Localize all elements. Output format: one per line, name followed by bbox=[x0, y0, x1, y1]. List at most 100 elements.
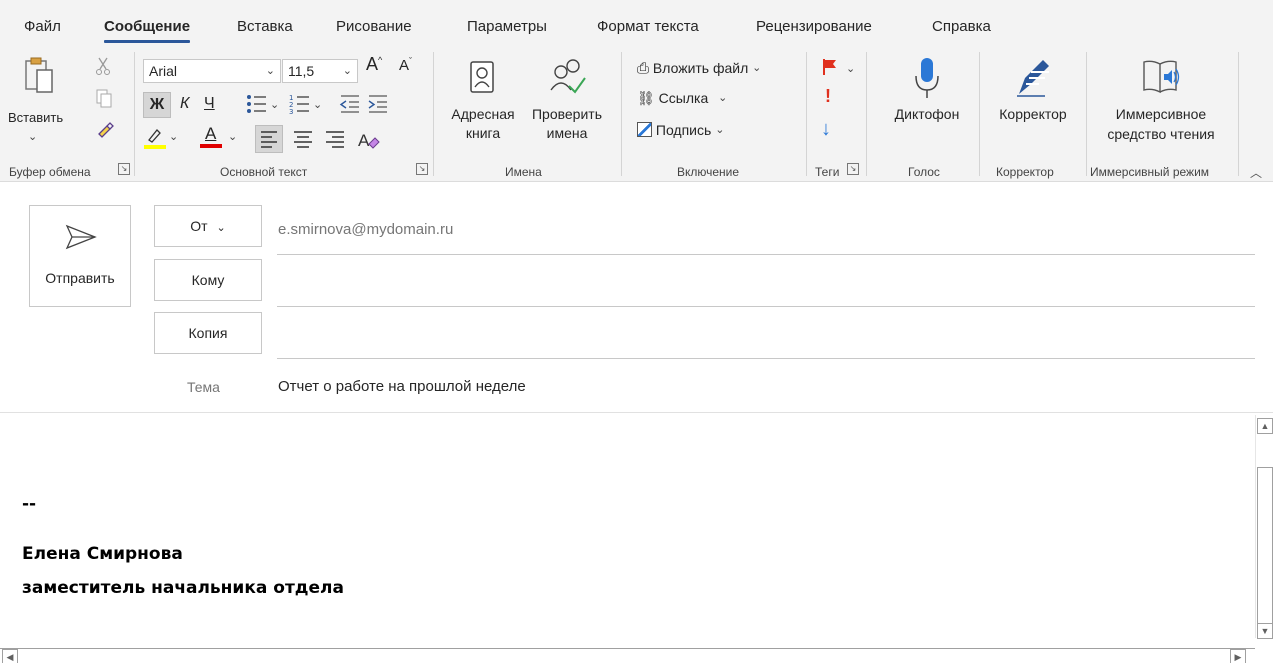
chevron-down-icon[interactable]: ⌄ bbox=[169, 130, 178, 143]
grow-font-button[interactable]: A^ bbox=[366, 54, 382, 75]
scroll-thumb[interactable] bbox=[1257, 467, 1273, 625]
align-right-icon[interactable] bbox=[322, 126, 348, 152]
to-button[interactable]: Кому bbox=[154, 259, 262, 301]
font-size-field[interactable]: 11,5 ⌄ bbox=[282, 59, 358, 83]
address-book-button[interactable]: Адресная книга bbox=[441, 54, 525, 150]
font-name-field[interactable]: Arial ⌄ bbox=[143, 59, 281, 83]
format-painter-icon[interactable] bbox=[95, 120, 115, 140]
message-body[interactable]: -- Елена Смирнова заместитель начальника… bbox=[0, 414, 1255, 648]
high-importance-icon[interactable]: ! bbox=[825, 86, 831, 107]
divider bbox=[621, 52, 622, 176]
tab-message[interactable]: Сообщение bbox=[104, 18, 191, 43]
italic-button[interactable]: К bbox=[180, 95, 189, 113]
font-color-icon[interactable]: A bbox=[200, 124, 224, 150]
follow-up-flag-icon[interactable] bbox=[821, 58, 839, 76]
dialog-launcher-icon[interactable]: ↘ bbox=[847, 163, 859, 175]
decrease-indent-icon[interactable] bbox=[339, 93, 361, 115]
font-name-value: Arial bbox=[149, 63, 178, 79]
copy-icon[interactable] bbox=[95, 88, 113, 108]
cc-field[interactable] bbox=[277, 313, 1255, 357]
chevron-down-icon: ⌄ bbox=[265, 65, 275, 77]
collapse-ribbon-icon[interactable]: ︿ bbox=[1250, 164, 1262, 181]
numbering-icon[interactable]: 1 2 3 bbox=[289, 93, 311, 115]
svg-text:3: 3 bbox=[289, 108, 293, 115]
scroll-up-icon[interactable]: ▲ bbox=[1257, 418, 1273, 434]
signature-separator: -- bbox=[22, 494, 37, 514]
chevron-down-icon[interactable]: ⌄ bbox=[313, 98, 322, 111]
highlight-icon[interactable] bbox=[143, 126, 167, 150]
scroll-left-icon[interactable]: ◀ bbox=[2, 649, 18, 663]
attach-file-label: Вложить файл bbox=[652, 60, 749, 76]
group-label-editor: Корректор bbox=[996, 165, 1054, 179]
microphone-icon bbox=[915, 58, 939, 98]
immersive-reader-icon bbox=[1143, 60, 1180, 94]
subject-input[interactable]: Отчет о работе на прошлой неделе bbox=[278, 378, 526, 395]
group-label-basic-text: Основной текст bbox=[220, 165, 308, 179]
send-button[interactable]: Отправить bbox=[29, 205, 131, 307]
grow-font-label: A bbox=[366, 54, 379, 74]
scroll-right-icon[interactable]: ▶ bbox=[1230, 649, 1246, 663]
group-label-clipboard: Буфер обмена bbox=[9, 165, 91, 179]
align-left-icon bbox=[261, 131, 277, 148]
clear-formatting-icon[interactable]: A bbox=[355, 126, 381, 152]
signature-name: Елена Смирнова bbox=[22, 544, 183, 564]
divider bbox=[1238, 52, 1239, 176]
signature-button[interactable]: Подпись ⌄ bbox=[637, 120, 724, 138]
scroll-down-icon[interactable]: ▼ bbox=[1257, 623, 1273, 639]
link-label: Ссылка bbox=[658, 90, 709, 106]
shrink-font-label: A bbox=[399, 57, 410, 74]
check-names-icon bbox=[550, 59, 586, 94]
chevron-down-icon: ⌄ bbox=[342, 65, 352, 77]
dialog-launcher-icon[interactable]: ↘ bbox=[416, 163, 428, 175]
address-book-label-line2: книга bbox=[465, 125, 501, 141]
subject-label: Тема bbox=[187, 379, 220, 395]
dictate-label: Диктофон bbox=[894, 106, 960, 122]
dictate-button[interactable]: Диктофон bbox=[882, 54, 972, 150]
cut-icon[interactable] bbox=[95, 56, 111, 76]
bold-button[interactable]: Ж bbox=[143, 92, 171, 118]
tab-review[interactable]: Рецензирование bbox=[756, 18, 872, 35]
vertical-scrollbar[interactable]: ▲ ▼ bbox=[1255, 415, 1273, 639]
dialog-launcher-icon[interactable]: ↘ bbox=[118, 163, 130, 175]
to-field[interactable] bbox=[277, 260, 1255, 304]
increase-indent-icon[interactable] bbox=[367, 93, 389, 115]
attach-file-button[interactable]: ⎙ Вложить файл ⌄ bbox=[637, 60, 761, 77]
paste-button[interactable]: Вставить ⌄ bbox=[8, 52, 63, 143]
editor-button[interactable]: Корректор bbox=[985, 54, 1081, 150]
chevron-down-icon: ⌄ bbox=[216, 222, 226, 234]
align-left-button[interactable] bbox=[255, 125, 283, 153]
body-divider bbox=[0, 412, 1273, 413]
tab-file[interactable]: Файл bbox=[24, 18, 61, 35]
chevron-down-icon[interactable]: ⌄ bbox=[270, 98, 279, 111]
tab-format-text[interactable]: Формат текста bbox=[597, 18, 699, 35]
check-names-button[interactable]: Проверить имена bbox=[525, 54, 609, 150]
cc-button[interactable]: Копия bbox=[154, 312, 262, 354]
group-label-include: Включение bbox=[677, 165, 740, 179]
tab-insert[interactable]: Вставка bbox=[237, 18, 293, 35]
ribbon-tabs: Файл Сообщение Вставка Рисование Парамет… bbox=[0, 0, 1273, 46]
tab-help[interactable]: Справка bbox=[932, 18, 991, 35]
link-button[interactable]: ⛓ Ссылка ⌄ bbox=[637, 90, 727, 107]
from-button[interactable]: От ⌄ bbox=[154, 205, 262, 247]
bullets-icon[interactable] bbox=[246, 93, 268, 115]
from-label: От bbox=[190, 218, 208, 234]
shrink-font-button[interactable]: Aˇ bbox=[399, 56, 412, 74]
cc-underline bbox=[277, 358, 1255, 359]
paperclip-icon: ⎙ bbox=[637, 60, 650, 77]
immersive-reader-button[interactable]: Иммерсивное средство чтения bbox=[1092, 54, 1230, 150]
check-names-label-line1: Проверить bbox=[531, 106, 602, 122]
group-label-tags: Теги bbox=[815, 165, 840, 179]
chevron-down-icon: ⌄ bbox=[752, 62, 762, 74]
chevron-down-icon[interactable]: ⌄ bbox=[228, 130, 237, 143]
divider bbox=[134, 52, 135, 176]
tab-draw[interactable]: Рисование bbox=[336, 18, 412, 35]
underline-button[interactable]: Ч bbox=[204, 95, 215, 113]
horizontal-scrollbar[interactable]: ◀ ▶ bbox=[0, 648, 1255, 663]
from-underline bbox=[277, 254, 1255, 255]
editor-pen-icon bbox=[1017, 60, 1049, 97]
chevron-down-icon[interactable]: ⌄ bbox=[846, 62, 855, 75]
tab-options[interactable]: Параметры bbox=[467, 18, 547, 35]
svg-text:A: A bbox=[358, 131, 370, 150]
low-importance-icon[interactable]: ↓ bbox=[821, 118, 831, 141]
align-center-icon[interactable] bbox=[290, 126, 316, 152]
